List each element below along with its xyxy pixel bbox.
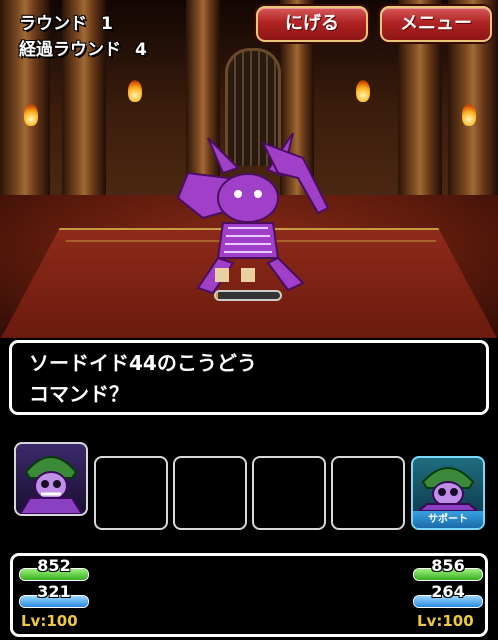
skeleton-dragon-monster-icon[interactable] [168,128,338,303]
enemy-hp-fill [216,292,218,299]
empty-slot[interactable] [252,456,326,530]
skeleton-hood-monster-icon [18,456,84,514]
status-left: 852 321 [19,556,89,608]
round-info: ラウンド 1 経過ラウンド 4 [19,11,147,63]
message-line-1: ソードイド44のこうどう [29,351,257,375]
elapsed-round-value: 4 [135,40,147,60]
torch-flame-icon [24,104,38,126]
round-value: 1 [101,14,113,34]
empty-slot[interactable] [331,456,405,530]
status-panel: 852 321 856 264 Lv:100 Lv:100 [10,553,488,637]
torch-flame-icon [356,80,370,102]
level-label: Lv:100 [417,612,474,630]
level-label: Lv:100 [21,612,78,630]
round-label: ラウンド [19,14,87,34]
support-member-card[interactable]: サポート [411,456,485,530]
hp-value: 852 [37,556,71,575]
torch-flame-icon [128,80,142,102]
menu-button[interactable]: メニュー [380,6,492,42]
empty-slot[interactable] [94,456,168,530]
enemy-hp-bar [214,290,282,301]
mp-value: 321 [37,582,71,601]
party-member-card[interactable] [14,442,88,516]
status-right: 856 264 [413,556,483,608]
message-box: ソードイド44のこうどう コマンド？ [9,340,489,415]
elapsed-round-label: 経過ラウンド [19,40,121,60]
message-line-2: コマンド？ [29,382,129,406]
support-label: サポート [413,511,483,528]
torch-flame-icon [462,104,476,126]
flee-button[interactable]: にげる [256,6,368,42]
mp-value: 264 [431,582,465,601]
hp-value: 856 [431,556,465,575]
empty-slot[interactable] [173,456,247,530]
